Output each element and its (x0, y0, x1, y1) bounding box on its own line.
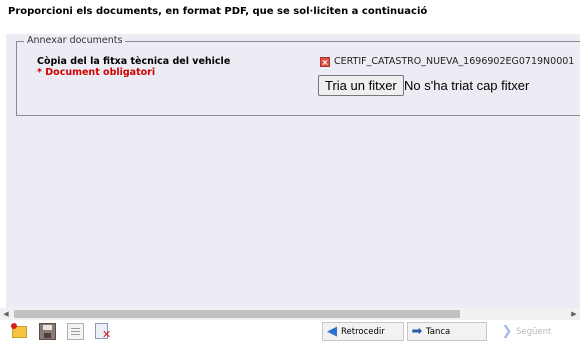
next-arrow-icon: ❯ (501, 324, 513, 339)
attach-documents-fieldset: Annexar documents Còpia del la fitxa tèc… (16, 35, 580, 116)
close-button[interactable]: ➡ Tanca (407, 322, 487, 341)
scroll-left-arrow[interactable]: ◀ (0, 308, 12, 320)
choose-file-button[interactable]: Tria un fitxer (318, 75, 404, 96)
next-button[interactable]: ❯ Següent (498, 322, 574, 341)
scroll-right-arrow[interactable]: ▶ (568, 308, 580, 320)
back-arrow-icon: ◀ (327, 324, 337, 339)
next-button-label: Següent (516, 326, 552, 337)
close-button-label: Tanca (426, 326, 451, 337)
delete-x-mark: ✕ (102, 328, 112, 341)
required-indicator: * Document obligatori (37, 67, 156, 78)
save-icon[interactable] (39, 323, 56, 340)
delete-document-icon[interactable]: ✕ (95, 323, 112, 340)
close-door-icon: ➡ (411, 324, 423, 339)
page-instruction: Proporcioni els documents, en format PDF… (8, 6, 428, 17)
document-label: Còpia del la fitxa tècnica del vehicle (37, 56, 231, 67)
open-folder-icon[interactable] (11, 323, 28, 340)
content-panel: Annexar documents Còpia del la fitxa tèc… (6, 34, 580, 308)
bottom-toolbar: ✕ ◀ Retrocedir ➡ Tanca ❯ Següent (0, 320, 580, 342)
fieldset-legend: Annexar documents (24, 35, 126, 46)
horizontal-scrollbar[interactable]: ◀ ▶ (0, 308, 580, 320)
folder-badge (11, 323, 17, 329)
document-icon[interactable] (67, 323, 84, 340)
pdf-file-icon (320, 57, 330, 67)
back-button[interactable]: ◀ Retrocedir (322, 322, 404, 341)
file-status-text: No s'ha triat cap fitxer (404, 78, 530, 93)
back-button-label: Retrocedir (341, 326, 385, 337)
attached-file-name[interactable]: CERTIF_CATASTRO_NUEVA_1696902EG0719N0001 (334, 56, 580, 67)
scrollbar-thumb[interactable] (14, 310, 460, 318)
